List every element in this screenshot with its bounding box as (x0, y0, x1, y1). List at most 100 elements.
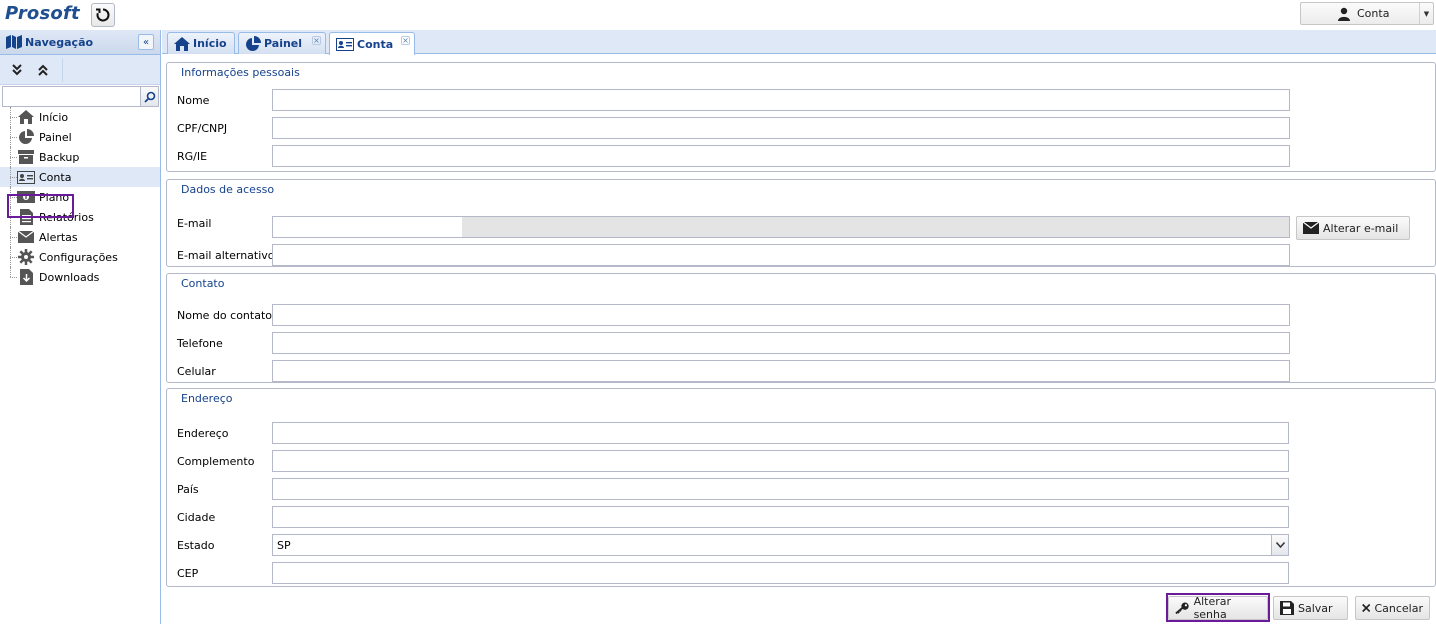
chevron-down-icon[interactable] (1271, 535, 1288, 555)
alt-email-row: E-mail alternativo (167, 244, 1435, 266)
fieldset-legend: Endereço (179, 392, 235, 405)
complement-input[interactable] (272, 450, 1289, 472)
mobile-input[interactable] (272, 360, 1290, 382)
collapse-all-button[interactable] (32, 59, 54, 81)
tree-line (10, 267, 11, 277)
close-icon[interactable]: × (312, 36, 321, 45)
top-bar: Prosoft Conta ▼ (0, 0, 1436, 30)
pie-chart-icon (17, 129, 35, 145)
collapse-panel-button[interactable]: « (138, 34, 154, 50)
tree-line (10, 277, 17, 278)
toolbar-separator (62, 57, 63, 82)
cpf-input[interactable] (272, 117, 1290, 139)
sidebar-item-downloads[interactable]: Downloads (0, 267, 160, 287)
id-card-icon (17, 169, 35, 185)
home-icon (17, 109, 35, 125)
address-fieldset: Endereço Endereço Complemento País Cidad… (166, 388, 1436, 587)
chevron-down-icon[interactable]: ▼ (1419, 3, 1433, 24)
contact-name-input[interactable] (272, 304, 1290, 326)
contact-name-row: Nome do contato (167, 304, 1435, 326)
tab-label: Início (193, 37, 227, 50)
address-row: Endereço (167, 422, 1435, 444)
city-label: Cidade (177, 510, 216, 524)
sidebar-item-label: Alertas (39, 230, 78, 244)
navigation-header: Navegação « (0, 30, 160, 55)
sidebar-item-conta[interactable]: Conta (0, 167, 160, 187)
tab-painel[interactable]: Painel × (238, 32, 326, 54)
rg-row: RG/IE (167, 145, 1435, 167)
sidebar-item-alertas[interactable]: Alertas (0, 227, 160, 247)
nome-label: Nome (177, 93, 210, 107)
alt-email-label: E-mail alternativo (177, 248, 275, 262)
conta-highlight-box (7, 194, 74, 218)
refresh-button[interactable] (91, 3, 115, 27)
navigation-panel: Navegação « Início Painel Backup Conta P… (0, 30, 161, 624)
fieldset-legend: Informações pessoais (179, 66, 302, 79)
search-icon (143, 91, 155, 103)
double-chevron-down-icon (12, 63, 22, 75)
cep-input[interactable] (272, 562, 1289, 584)
phone-input[interactable] (272, 332, 1290, 354)
alt-email-input[interactable] (272, 244, 1290, 266)
city-input[interactable] (272, 506, 1289, 528)
cpf-label: CPF/CNPJ (177, 121, 228, 135)
complement-row: Complemento (167, 450, 1435, 472)
nome-row: Nome (167, 89, 1435, 111)
fieldset-legend: Dados de acesso (179, 183, 277, 196)
close-icon (1362, 603, 1371, 613)
prosoft-logo: Prosoft (5, 3, 80, 24)
address-input[interactable] (272, 422, 1289, 444)
personal-info-fieldset: Informações pessoais Nome CPF/CNPJ RG/IE (166, 62, 1436, 172)
floppy-disk-icon (1280, 601, 1294, 615)
change-email-label: Alterar e-mail (1323, 221, 1399, 235)
cep-row: CEP (167, 562, 1435, 584)
rg-input[interactable] (272, 145, 1290, 167)
tree-line (10, 117, 17, 118)
city-row: Cidade (167, 506, 1435, 528)
sidebar-item-configuracoes[interactable]: Configurações (0, 247, 160, 267)
map-icon (6, 35, 22, 49)
state-select[interactable]: SP (272, 534, 1289, 556)
cancel-button[interactable]: Cancelar (1355, 596, 1430, 620)
download-icon (17, 269, 35, 285)
sidebar-item-inicio[interactable]: Início (0, 107, 160, 127)
navigation-title: Navegação (25, 35, 94, 49)
sidebar-item-label: Backup (39, 150, 80, 164)
tree-line (10, 137, 17, 138)
tab-conta[interactable]: Conta × (329, 32, 415, 55)
user-icon (1338, 7, 1350, 21)
tree-line (10, 157, 17, 158)
change-email-button[interactable]: Alterar e-mail (1296, 216, 1410, 240)
id-card-icon (336, 37, 354, 51)
expand-all-button[interactable] (6, 59, 28, 81)
tab-inicio[interactable]: Início (167, 32, 235, 54)
sidebar-item-label: Início (39, 110, 69, 124)
sidebar-item-label: Downloads (39, 270, 100, 284)
account-menu-button[interactable]: Conta ▼ (1300, 2, 1434, 25)
double-chevron-left-icon: « (142, 36, 150, 48)
save-button[interactable]: Salvar (1273, 596, 1348, 620)
account-label: Conta (1357, 7, 1390, 20)
search-button[interactable] (141, 86, 159, 107)
account-form: Informações pessoais Nome CPF/CNPJ RG/IE… (162, 55, 1436, 624)
tab-label: Conta (357, 37, 394, 51)
double-chevron-up-icon (38, 64, 48, 76)
navigation-search-input[interactable] (2, 86, 141, 107)
email-input (272, 216, 1290, 238)
navigation-search (2, 86, 159, 107)
navigation-toolbar (0, 55, 160, 85)
sidebar-item-painel[interactable]: Painel (0, 127, 160, 147)
cep-label: CEP (177, 566, 199, 580)
fieldset-legend: Contato (179, 277, 227, 290)
cancel-label: Cancelar (1374, 601, 1423, 615)
contact-fieldset: Contato Nome do contato Telefone Celular (166, 273, 1436, 383)
nome-input[interactable] (272, 89, 1290, 111)
country-input[interactable] (272, 478, 1289, 500)
cpf-row: CPF/CNPJ (167, 117, 1435, 139)
close-icon[interactable]: × (401, 36, 410, 45)
sidebar-item-label: Configurações (39, 250, 118, 264)
sidebar-item-label: Painel (39, 130, 72, 144)
home-icon (174, 36, 190, 51)
sidebar-item-backup[interactable]: Backup (0, 147, 160, 167)
save-label: Salvar (1298, 601, 1333, 615)
